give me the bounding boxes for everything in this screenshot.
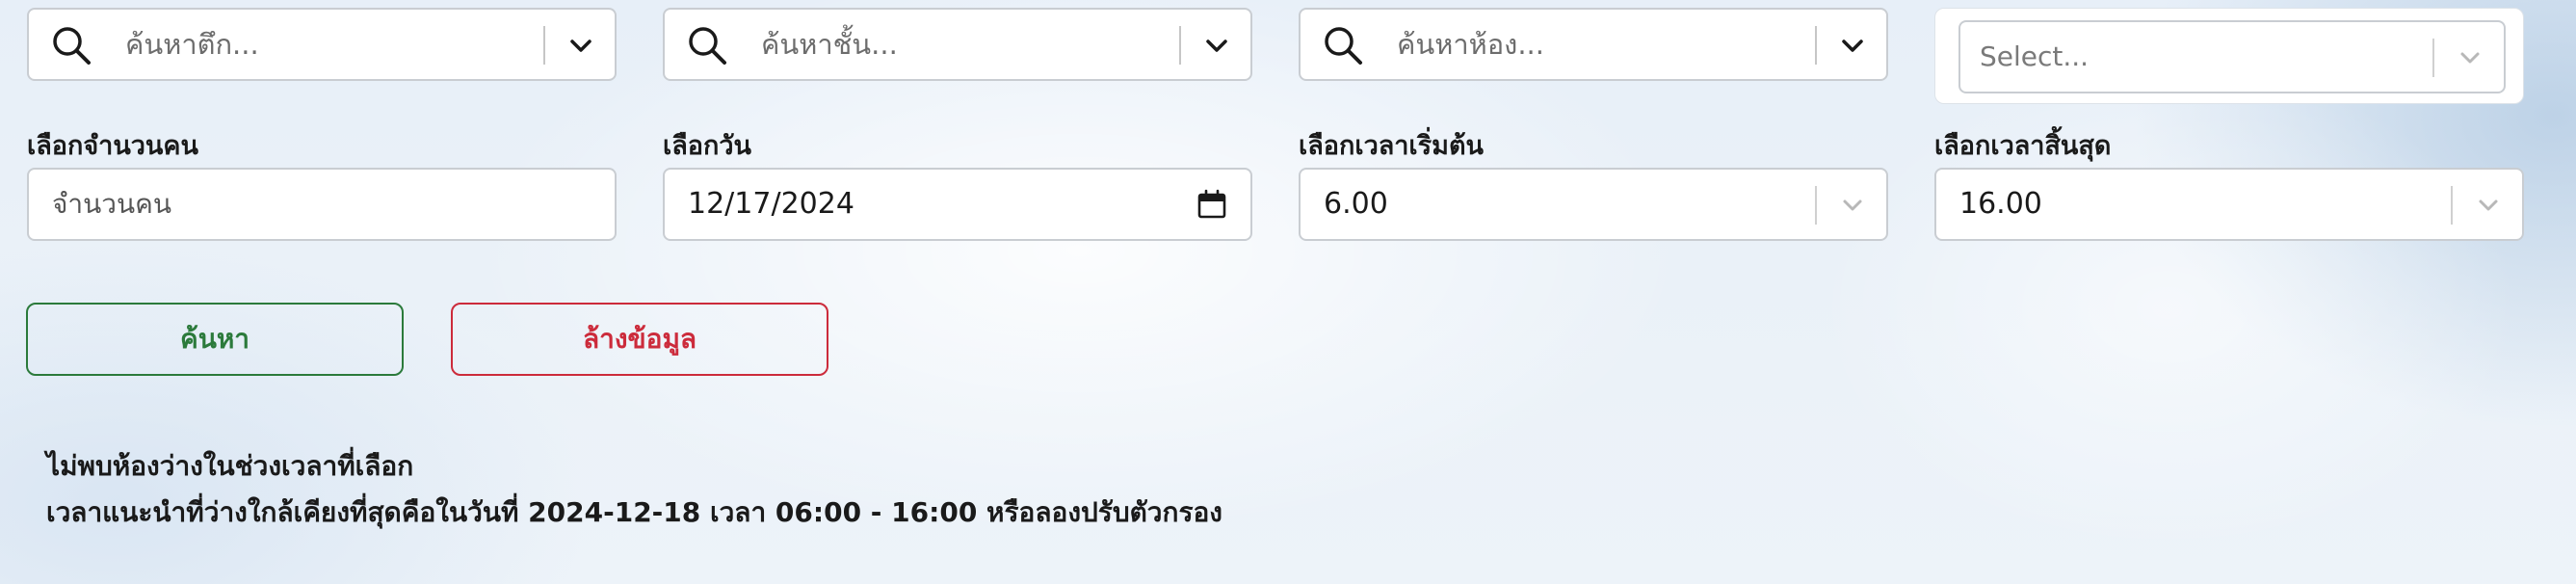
chevron-down-icon[interactable] bbox=[565, 29, 597, 62]
end-time-select[interactable]: 16.00 bbox=[1934, 168, 2524, 241]
chevron-down-icon[interactable] bbox=[2456, 43, 2484, 72]
dropdown-separator bbox=[2451, 186, 2453, 225]
room-search-placeholder: ค้นหาห้อง... bbox=[1397, 28, 1544, 61]
search-icon bbox=[1325, 27, 1362, 65]
end-time-label: เลือกเวลาสิ้นสุด bbox=[1934, 131, 2112, 161]
room-select[interactable]: ค้นหาห้อง... bbox=[1299, 8, 1888, 81]
people-input[interactable]: จำนวนคน bbox=[27, 168, 617, 241]
dropdown-separator bbox=[543, 26, 545, 65]
date-input[interactable]: 12/17/2024 bbox=[663, 168, 1252, 241]
building-search-placeholder: ค้นหาตึก... bbox=[125, 28, 259, 61]
dropdown-separator bbox=[2432, 39, 2434, 77]
chevron-down-icon[interactable] bbox=[1838, 191, 1867, 220]
extra-select[interactable]: Select... bbox=[1958, 20, 2506, 93]
end-time-value: 16.00 bbox=[1959, 187, 2042, 221]
start-time-label: เลือกเวลาเริ่มต้น bbox=[1299, 131, 1484, 161]
chevron-down-icon[interactable] bbox=[2474, 191, 2503, 220]
floor-select[interactable]: ค้นหาชั้น... bbox=[663, 8, 1252, 81]
extra-filter-card: Select... bbox=[1934, 8, 2524, 104]
chevron-down-icon[interactable] bbox=[1836, 29, 1869, 62]
date-label: เลือกวัน bbox=[663, 131, 751, 161]
no-room-message: ไม่พบห้องว่างในช่วงเวลาที่เลือก bbox=[46, 450, 414, 482]
search-icon bbox=[689, 27, 726, 65]
start-time-select[interactable]: 6.00 bbox=[1299, 168, 1888, 241]
suggestion-message: เวลาแนะนำที่ว่างใกล้เคียงที่สุดคือในวันท… bbox=[46, 496, 1222, 528]
clear-button[interactable]: ล้างข้อมูล bbox=[451, 303, 828, 376]
people-input-placeholder: จำนวนคน bbox=[52, 188, 172, 220]
dropdown-separator bbox=[1815, 26, 1817, 65]
extra-select-placeholder: Select... bbox=[1980, 40, 2090, 72]
people-label: เลือกจำนวนคน bbox=[27, 131, 198, 161]
search-icon bbox=[53, 27, 91, 65]
dropdown-separator bbox=[1815, 186, 1817, 225]
dropdown-separator bbox=[1179, 26, 1181, 65]
search-button[interactable]: ค้นหา bbox=[26, 303, 404, 376]
start-time-value: 6.00 bbox=[1324, 187, 1388, 221]
floor-search-placeholder: ค้นหาชั้น... bbox=[761, 28, 898, 61]
date-input-value: 12/17/2024 bbox=[688, 187, 854, 221]
chevron-down-icon[interactable] bbox=[1200, 29, 1233, 62]
building-select[interactable]: ค้นหาตึก... bbox=[27, 8, 617, 81]
calendar-icon[interactable] bbox=[1196, 189, 1227, 220]
